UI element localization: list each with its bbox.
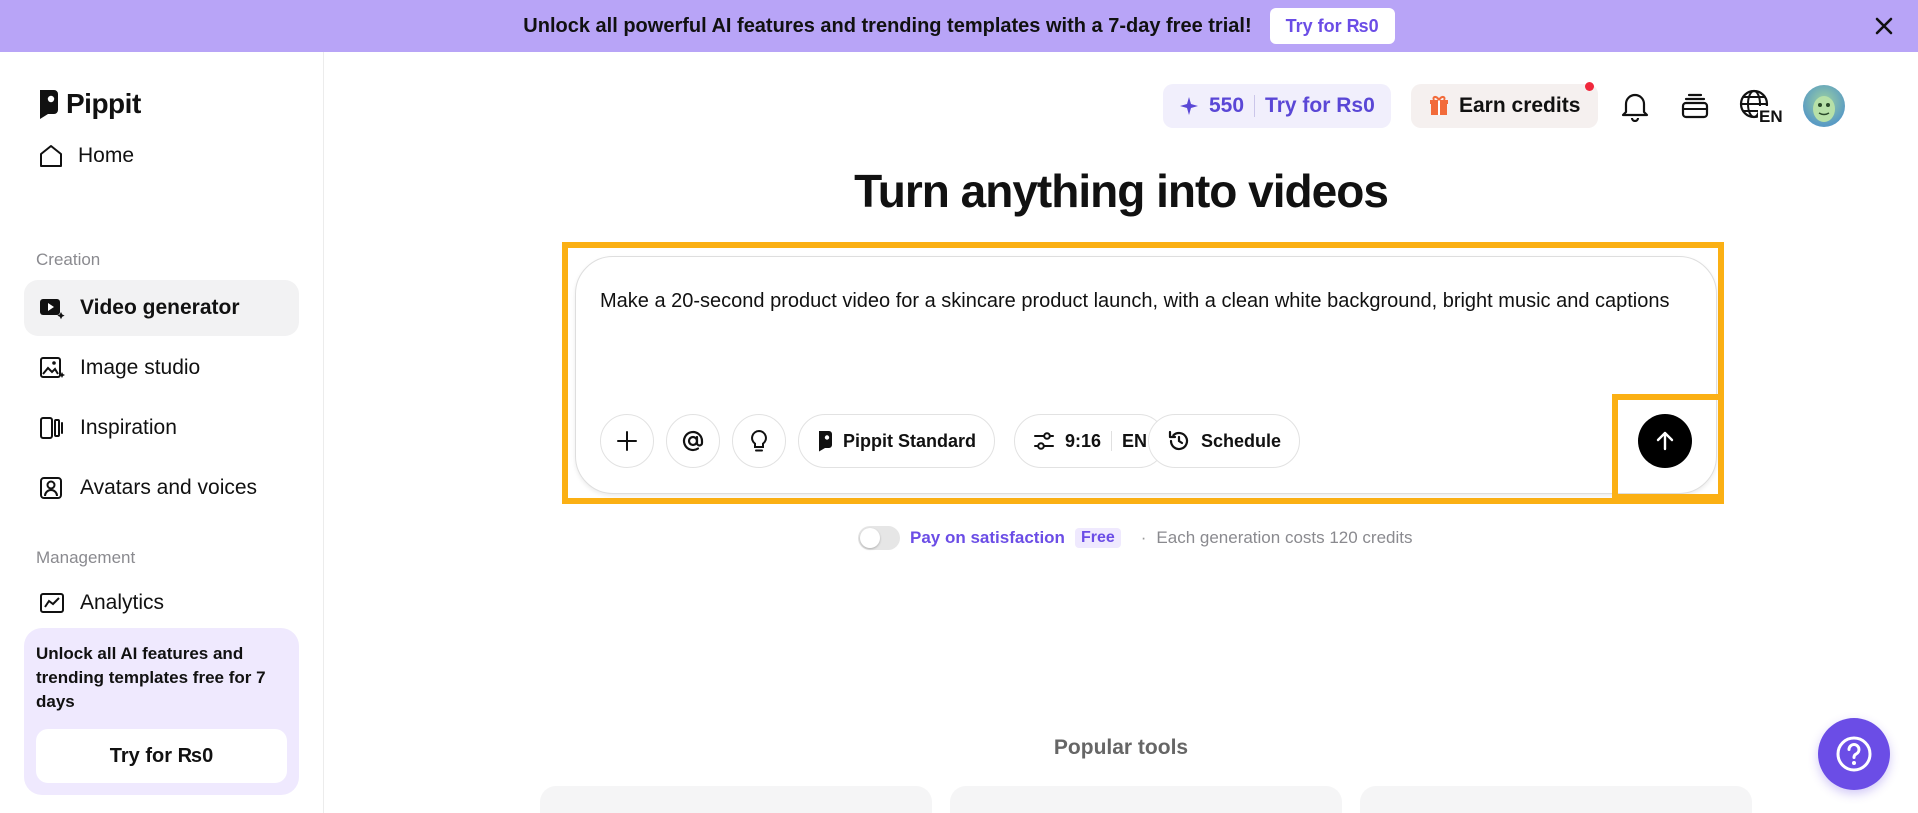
section-label-management: Management: [36, 548, 136, 567]
pay-on-satisfaction-toggle[interactable]: [858, 526, 900, 550]
notification-dot: [1585, 82, 1595, 91]
video-generator-icon: [40, 299, 65, 320]
sliders-icon: [1034, 432, 1054, 450]
earn-credits-button[interactable]: Earn credits: [1411, 82, 1599, 128]
sidebar-item-inspiration[interactable]: Inspiration: [24, 400, 299, 456]
satisfaction-row: Pay on satisfaction Free · Each generati…: [858, 526, 1413, 550]
language-code: EN: [1759, 107, 1782, 124]
sidebar-item-image-studio[interactable]: Image studio: [24, 340, 299, 396]
popular-tool-card[interactable]: [1360, 786, 1752, 813]
layers-icon[interactable]: [1675, 86, 1715, 126]
sparkle-icon: [1180, 97, 1198, 115]
sidebar-item-label: Analytics: [80, 591, 165, 614]
analytics-icon: [40, 593, 64, 613]
language-label: EN: [1122, 430, 1148, 451]
pippit-logo-icon: [40, 90, 58, 119]
inspiration-icon: [40, 417, 63, 439]
idea-button[interactable]: [732, 414, 786, 468]
ratio-label: 9:16: [1065, 430, 1102, 451]
prompt-box[interactable]: Make a 20-second product video for a ski…: [575, 256, 1717, 494]
banner-text: Unlock all powerful AI features and tren…: [523, 14, 1252, 37]
settings-selector[interactable]: 9:16 EN: [1014, 414, 1167, 468]
sidebar-promo-card: Unlock all AI features and trending temp…: [24, 628, 299, 795]
sidebar-item-analytics[interactable]: Analytics: [24, 581, 299, 625]
sidebar-item-label: Image studio: [80, 356, 201, 379]
separator-dot: ·: [1140, 528, 1147, 547]
free-badge: Free: [1074, 528, 1121, 548]
image-studio-icon: [40, 357, 65, 378]
credits-pill[interactable]: 550 Try for Rs0: [1163, 84, 1391, 128]
popular-tools-title: Popular tools: [1053, 736, 1189, 759]
avatar-icon: [40, 477, 62, 499]
pippit-logo-icon: [819, 431, 832, 452]
popular-tool-card[interactable]: [540, 786, 932, 813]
sidebar-item-label: Inspiration: [80, 416, 177, 439]
sidebar-item-avatars-and-voices[interactable]: Avatars and voices: [24, 460, 299, 516]
pill-divider: [1111, 431, 1113, 451]
language-icon[interactable]: EN: [1737, 86, 1783, 126]
sidebar-item-label: Video generator: [80, 296, 240, 319]
lightbulb-icon: [751, 429, 767, 452]
generation-cost-text: Each generation costs 120 credits: [1156, 528, 1413, 547]
sidebar-item-label: Avatars and voices: [80, 476, 258, 499]
avatar[interactable]: [1803, 85, 1845, 127]
popular-tool-card[interactable]: [950, 786, 1342, 813]
schedule-button[interactable]: Schedule: [1148, 414, 1301, 468]
credits-divider: [1254, 95, 1256, 117]
prompt-input[interactable]: Make a 20-second product video for a ski…: [600, 285, 1690, 318]
sidebar-try-button[interactable]: Try for ₨0: [36, 729, 287, 783]
credits-count: 550: [1209, 94, 1245, 117]
gift-icon: [1430, 96, 1448, 115]
add-button[interactable]: [600, 414, 654, 468]
try-button[interactable]: Try for Rs0: [1265, 94, 1375, 118]
logo[interactable]: Pippit: [36, 88, 141, 120]
section-label-creation: Creation: [36, 250, 101, 269]
earn-credits-label: Earn credits: [1459, 94, 1581, 117]
sidebar-item-home[interactable]: Home: [24, 128, 299, 184]
bell-icon[interactable]: [1615, 86, 1655, 126]
sidebar-item-video-generator[interactable]: Video generator: [24, 280, 299, 336]
promo-banner: Unlock all powerful AI features and tren…: [0, 0, 1918, 52]
model-label: Pippit Standard: [843, 430, 977, 451]
sidebar-item-label: Home: [78, 144, 135, 167]
help-icon: [1836, 736, 1872, 772]
clock-icon: [1168, 430, 1189, 451]
home-icon: [40, 145, 62, 167]
banner-try-button[interactable]: Try for ₨0: [1269, 8, 1395, 44]
at-icon: [682, 430, 704, 452]
submit-button[interactable]: [1638, 414, 1692, 468]
satisfaction-label: Pay on satisfaction: [910, 528, 1065, 547]
sidebar: Pippit Home Creation Video generator Ima…: [0, 52, 324, 813]
close-icon[interactable]: [1868, 10, 1900, 42]
page-title: Turn anything into videos: [854, 165, 1389, 217]
logo-text: Pippit: [66, 88, 141, 119]
model-selector[interactable]: Pippit Standard: [798, 414, 996, 468]
arrow-up-icon: [1656, 431, 1674, 451]
promo-text: Unlock all AI features and trending temp…: [36, 644, 266, 711]
plus-icon: [617, 431, 637, 451]
mention-button[interactable]: [666, 414, 720, 468]
toggle-knob: [860, 528, 880, 548]
schedule-label: Schedule: [1201, 430, 1282, 451]
help-button[interactable]: [1818, 718, 1890, 790]
